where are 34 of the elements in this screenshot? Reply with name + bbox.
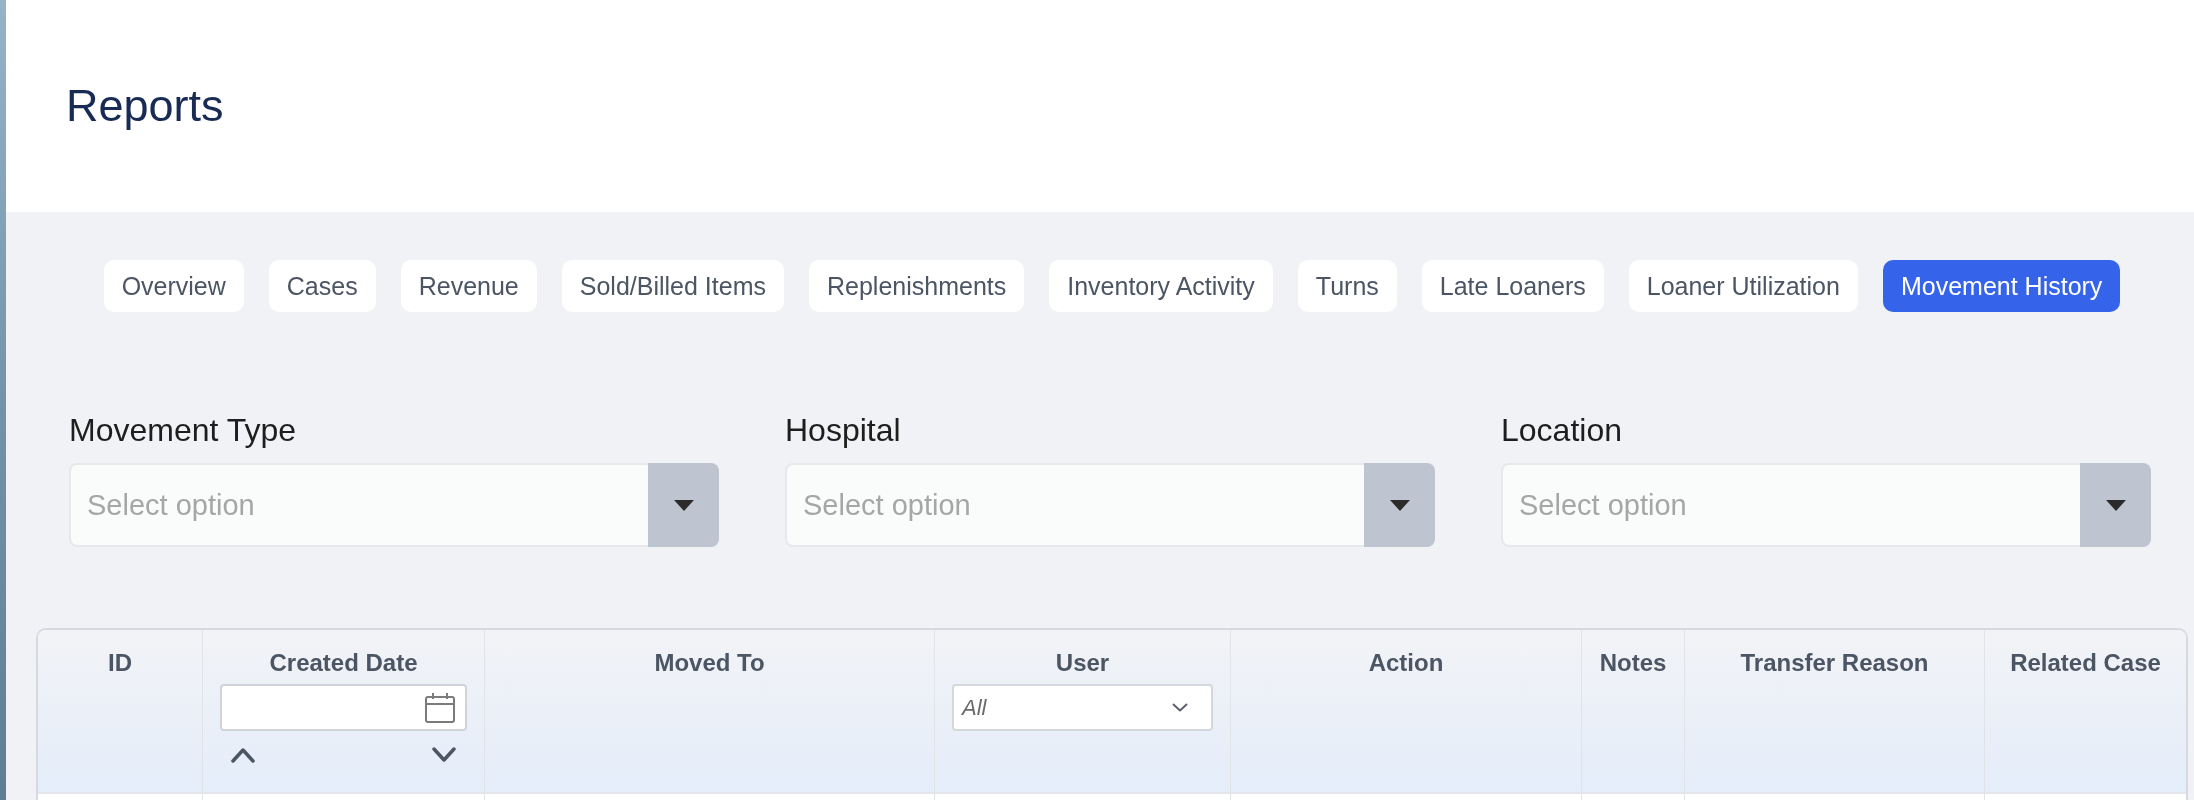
report-tab[interactable]: Cases xyxy=(268,260,376,312)
calendar-icon[interactable] xyxy=(425,692,455,723)
page-title: Reports xyxy=(66,79,224,133)
report-tab[interactable]: Replenishments xyxy=(808,260,1025,312)
chevron-down-icon xyxy=(1172,703,1188,712)
column-header: ID xyxy=(108,648,132,678)
report-tab[interactable]: Sold/Billed Items xyxy=(561,260,784,312)
caret-down-icon xyxy=(1389,499,1410,511)
filter-label: Movement Type xyxy=(69,411,297,449)
caret-down-icon xyxy=(2105,499,2126,511)
report-tab[interactable]: Late Loaners xyxy=(1421,260,1604,312)
user-select[interactable]: All xyxy=(952,684,1213,731)
column-header: Transfer Reason xyxy=(1740,648,1929,678)
column-header: Created Date xyxy=(269,648,418,678)
report-tab[interactable]: Movement History xyxy=(1882,260,2121,312)
report-tab[interactable]: Inventory Activity xyxy=(1049,260,1273,312)
select-field[interactable]: Select option xyxy=(69,463,648,547)
date-field[interactable] xyxy=(220,684,467,731)
report-tab[interactable]: Turns xyxy=(1297,260,1397,312)
column-header: Action xyxy=(1368,648,1444,678)
column-header: Moved To xyxy=(654,648,765,678)
chevron-down-icon[interactable] xyxy=(432,747,456,763)
caret-down-icon xyxy=(673,499,694,511)
report-tab[interactable]: Loaner Utilization xyxy=(1628,260,1858,312)
column-header: Related Case xyxy=(2010,648,2161,678)
column-header: Notes xyxy=(1599,648,1667,678)
report-tab[interactable]: Overview xyxy=(103,260,244,312)
chevron-up-icon[interactable] xyxy=(231,747,255,763)
report-tab[interactable]: Revenue xyxy=(400,260,537,312)
filter-label: Location xyxy=(1501,411,1622,449)
select-field[interactable]: Select option xyxy=(785,463,1364,547)
column-header: User xyxy=(1055,648,1110,678)
select-field[interactable]: Select option xyxy=(1501,463,2080,547)
filter-label: Hospital xyxy=(785,411,901,449)
